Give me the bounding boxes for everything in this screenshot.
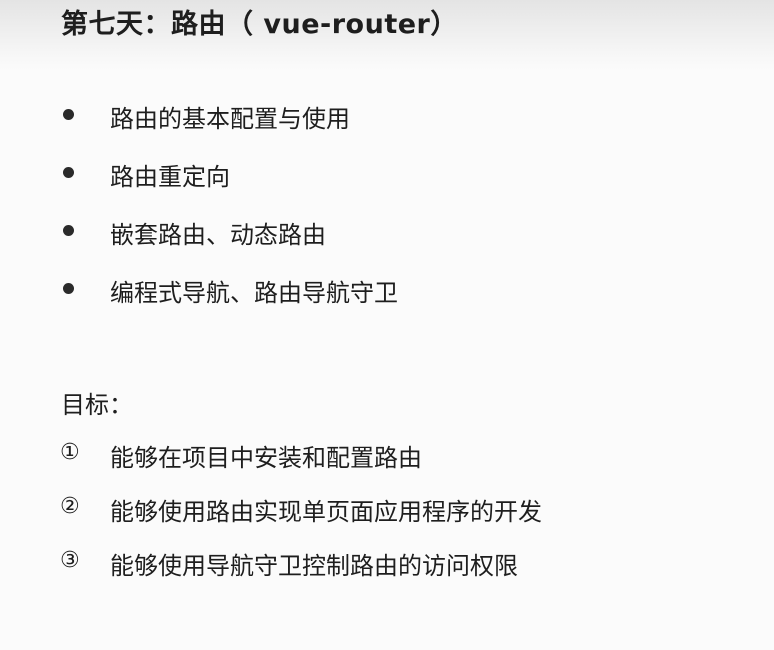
goals-heading: 目标：	[61, 391, 133, 419]
goal-number: ②	[60, 494, 80, 519]
goal-number: ①	[60, 440, 80, 465]
bullet-dot-icon	[63, 225, 74, 236]
topic-list: 路由的基本配置与使用 路由重定向 嵌套路由、动态路由 编程式导航、路由导航守卫	[60, 96, 398, 328]
topic-text: 路由的基本配置与使用	[110, 105, 350, 133]
topic-text: 嵌套路由、动态路由	[110, 221, 326, 249]
goal-text: 能够使用导航守卫控制路由的访问权限	[110, 552, 518, 580]
topic-item: 嵌套路由、动态路由	[60, 212, 326, 270]
goal-text: 能够使用路由实现单页面应用程序的开发	[110, 498, 542, 526]
topic-item: 路由的基本配置与使用	[60, 96, 350, 154]
topic-item: 路由重定向	[60, 154, 230, 212]
goal-number: ③	[60, 548, 80, 573]
bullet-dot-icon	[63, 167, 74, 178]
goal-text: 能够在项目中安装和配置路由	[110, 444, 422, 472]
topic-text: 编程式导航、路由导航守卫	[110, 279, 398, 307]
topic-item: 编程式导航、路由导航守卫	[60, 270, 398, 328]
bullet-dot-icon	[63, 283, 74, 294]
slide-title: 第七天：路由（ vue-router）	[61, 9, 458, 40]
bullet-dot-icon	[63, 109, 74, 120]
topic-text: 路由重定向	[110, 163, 230, 191]
